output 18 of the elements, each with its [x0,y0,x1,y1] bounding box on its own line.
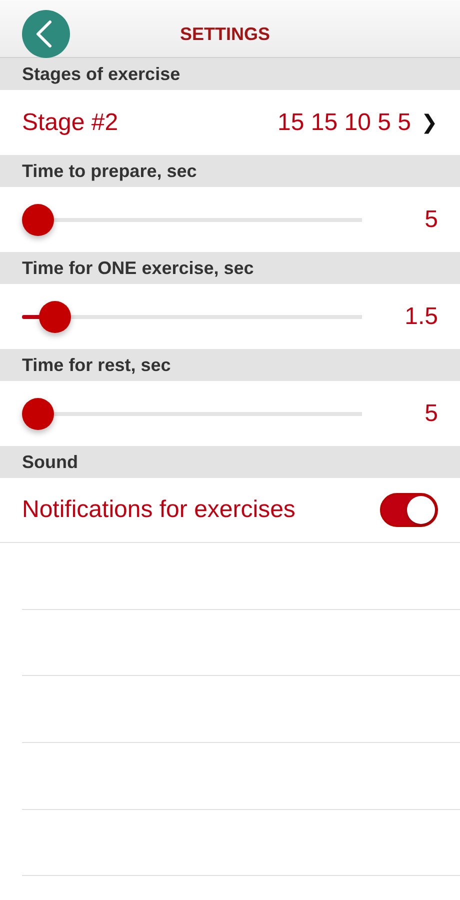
setting-label: Notifications for exercises [22,495,296,525]
back-button[interactable] [22,10,70,58]
page-title: SETTINGS [180,22,270,44]
slider-value: 5 [424,398,438,428]
chevron-icon: ❯ [421,108,438,138]
stage-value: 15 15 10 5 5 [278,108,411,138]
toggle-switch[interactable] [380,493,438,527]
slider-fill [22,314,41,318]
slider-value: 5 [424,204,438,234]
stage-label: Stage #2 [22,108,118,138]
section-header: Time to prepare, sec [0,155,460,187]
back-icon [36,20,52,48]
section-header: Stages of exercise [0,58,460,90]
stage-row[interactable]: Stage #2 15 15 10 5 5 ❯ [0,90,460,155]
section-header: Time for ONE exercise, sec [0,252,460,284]
section-header: Sound [0,446,460,478]
slider-value: 1.5 [404,302,438,332]
section-header: Time for rest, sec [0,349,460,381]
